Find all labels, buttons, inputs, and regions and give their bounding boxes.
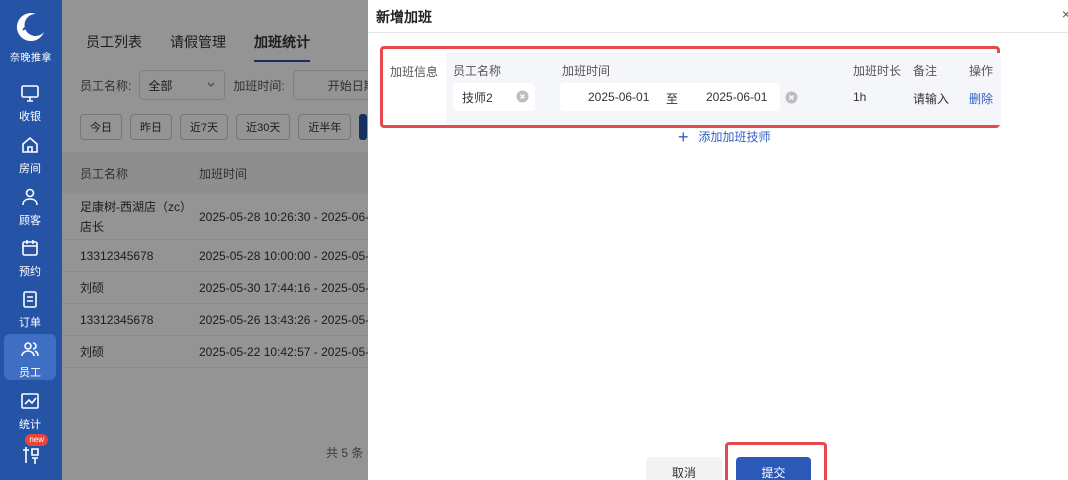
close-icon[interactable]: × (1062, 6, 1068, 22)
sidebar-item-label: 顾客 (19, 215, 41, 227)
users-icon (21, 342, 39, 357)
user-icon (22, 188, 38, 206)
range-separator: 至 (666, 92, 679, 106)
home-icon (22, 136, 38, 153)
drawer-title: 新增加班 (376, 9, 432, 25)
plus-icon: + (678, 126, 689, 147)
overtime-grid: 员工名称 加班时间 加班时长 备注 操作 技师2 2025-06-01 至 20… (446, 53, 1001, 125)
duration-value: 1h (853, 90, 867, 104)
sidebar-item-rooms[interactable]: 房间 (4, 130, 56, 176)
add-overtime-drawer: 新增加班 × 加班信息 员工名称 加班时间 加班时长 备注 操作 技师2 202… (368, 0, 1068, 480)
sidebar-item-label: 员工 (19, 367, 41, 379)
employee-select[interactable]: 技师2 (453, 83, 535, 111)
plugin-icon (23, 447, 39, 464)
sidebar-item-staff[interactable]: 员工 (4, 334, 56, 380)
brand-logo: 奈晚推拿 (0, 10, 62, 64)
section-label: 加班信息 (390, 65, 439, 79)
sidebar-item-label: 订单 (19, 317, 41, 329)
column-header-action: 操作 (969, 64, 994, 78)
sidebar-item-plugin[interactable]: new (4, 434, 56, 480)
sidebar-item-customers[interactable]: 顾客 (4, 182, 56, 228)
sidebar: 奈晚推拿 收银 房间 顾客 预约 订单 员工 统计 new (0, 0, 62, 480)
monitor-icon (21, 85, 39, 102)
divider (368, 32, 1068, 33)
delete-link[interactable]: 删除 (969, 90, 993, 107)
column-header-time: 加班时间 (562, 64, 611, 78)
column-header-employee: 员工名称 (453, 64, 502, 78)
employee-value: 技师2 (462, 90, 493, 105)
submit-button[interactable]: 提交 (736, 457, 811, 480)
sidebar-item-cashier[interactable]: 收银 (4, 78, 56, 124)
clear-icon[interactable] (785, 91, 798, 104)
sidebar-item-appointments[interactable]: 预约 (4, 233, 56, 279)
submit-highlight: 提交 (725, 442, 827, 480)
new-badge: new (25, 434, 48, 446)
column-header-note: 备注 (913, 64, 938, 78)
add-technician-button[interactable]: + 添加加班技师 (678, 126, 771, 147)
clipboard-icon (23, 291, 37, 308)
sidebar-item-orders[interactable]: 订单 (4, 284, 56, 330)
note-input[interactable]: 请输入 (913, 90, 949, 107)
logo-icon (16, 13, 44, 42)
overtime-date-range[interactable]: 2025-06-01 至 2025-06-01 (560, 83, 780, 111)
end-date-value: 2025-06-01 (706, 90, 768, 104)
sidebar-item-label: 统计 (19, 419, 41, 431)
brand-name: 奈晚推拿 (10, 53, 52, 64)
overtime-info-section: 加班信息 员工名称 加班时间 加班时长 备注 操作 技师2 2025-06-01… (380, 46, 1001, 128)
sidebar-item-stats[interactable]: 统计 (4, 386, 56, 432)
start-date-value: 2025-06-01 (588, 90, 650, 104)
sidebar-item-label: 收银 (19, 111, 41, 123)
sidebar-item-label: 预约 (19, 266, 41, 278)
modal-overlay[interactable] (62, 0, 368, 480)
calendar-icon (22, 240, 38, 256)
chart-icon (21, 393, 39, 409)
sidebar-item-label: 房间 (19, 163, 41, 175)
column-header-duration: 加班时长 (853, 64, 902, 78)
add-technician-label: 添加加班技师 (698, 130, 771, 144)
clear-icon[interactable] (516, 90, 529, 103)
cancel-button[interactable]: 取消 (646, 457, 722, 480)
